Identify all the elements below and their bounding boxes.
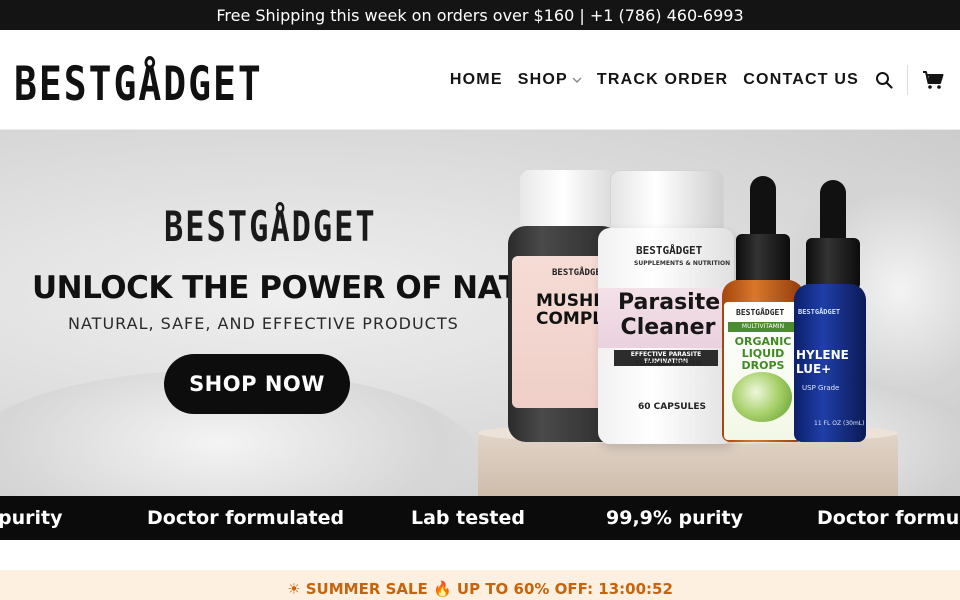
dropper-brand: BESTGÅDGET — [798, 308, 841, 316]
nav-item-label: SHOP — [517, 71, 568, 88]
nav-divider — [907, 65, 908, 95]
main-nav: HOME SHOP TRACK ORDER CONTACT US — [450, 65, 944, 95]
cart-icon[interactable] — [922, 70, 944, 90]
dropper-collar — [736, 234, 790, 286]
hero-brand: BESTGÅDGET — [164, 202, 377, 252]
ticker-item: Doctor formulat — [817, 507, 960, 529]
hero-banner: BESTGÅDGET UNLOCK THE POWER OF NATURE NA… — [0, 130, 960, 496]
nav-item-label: TRACK ORDER — [596, 71, 729, 88]
feature-ticker: purity Doctor formulated Lab tested 99,9… — [0, 496, 960, 540]
bottle-name: Parasite Cleaner — [618, 290, 721, 340]
site-logo[interactable]: BESTGÅDGET — [14, 56, 263, 111]
dropper-grade: USP Grade — [802, 384, 840, 392]
ticker-item: Lab tested — [411, 507, 525, 529]
dropper-bulb — [820, 180, 846, 242]
search-icon[interactable] — [875, 71, 893, 89]
dropper-name: HYLENE LUE+ — [796, 348, 849, 376]
dropper-name: ORGANIC LIQUID DROPS — [734, 335, 792, 372]
dropper-bulb — [750, 176, 776, 238]
bottle-count: 60 CAPSULES — [638, 402, 706, 412]
dropper-band: MULTIVITAMIN — [728, 322, 798, 332]
dropper-volume: 11 FL OZ (30mL) — [814, 420, 865, 427]
nav-item-home[interactable]: HOME — [450, 71, 503, 89]
bottle-claim-secondary: CLINICALLY TESTED — [635, 360, 701, 367]
nav-item-shop[interactable]: SHOP — [518, 71, 582, 89]
site-header: BESTGÅDGET HOME SHOP TRACK ORDER CONTACT… — [0, 30, 960, 130]
bottle-tagline: SUPPLEMENTS & NUTRITION — [634, 260, 731, 267]
nav-item-contact-us[interactable]: CONTACT US — [743, 71, 859, 89]
ticker-item: 99,9% purity — [606, 507, 744, 529]
sale-countdown-banner[interactable]: ☀ SUMMER SALE 🔥 UP TO 60% OFF: 13:00:52 — [0, 570, 960, 600]
bottle-brand: BESTGÅDGET — [636, 244, 703, 257]
shop-now-button[interactable]: SHOP NOW — [164, 354, 350, 414]
nav-item-label: CONTACT US — [743, 71, 859, 88]
ticker-item: Doctor formulated — [147, 507, 345, 529]
chevron-down-icon — [572, 77, 582, 83]
announcement-bar: Free Shipping this week on orders over $… — [0, 0, 960, 30]
product-parasite-cleaner[interactable]: BESTGÅDGET SUPPLEMENTS & NUTRITION Paras… — [598, 170, 734, 444]
product-liquid-drops[interactable]: BESTGÅDGET MULTIVITAMIN ORGANIC LIQUID D… — [722, 176, 804, 442]
announcement-text: Free Shipping this week on orders over $… — [216, 5, 744, 25]
sale-countdown-text: ☀ SUMMER SALE 🔥 UP TO 60% OFF: 13:00:52 — [287, 580, 673, 598]
bottle-cap — [610, 170, 724, 232]
dropper-collar — [806, 238, 860, 290]
fruit-illustration — [732, 372, 792, 422]
nav-item-label: HOME — [449, 71, 503, 88]
product-blue-dropper[interactable]: BESTGÅDGET HYLENE LUE+ USP Grade 11 FL O… — [794, 180, 866, 442]
ticker-item: purity — [0, 507, 63, 529]
dropper-brand: BESTGÅDGET — [736, 308, 785, 317]
nav-item-track-order[interactable]: TRACK ORDER — [597, 71, 728, 89]
hero-subtitle: NATURAL, SAFE, AND EFFECTIVE PRODUCTS — [68, 314, 459, 333]
hero-title: UNLOCK THE POWER OF NATURE — [32, 270, 589, 306]
